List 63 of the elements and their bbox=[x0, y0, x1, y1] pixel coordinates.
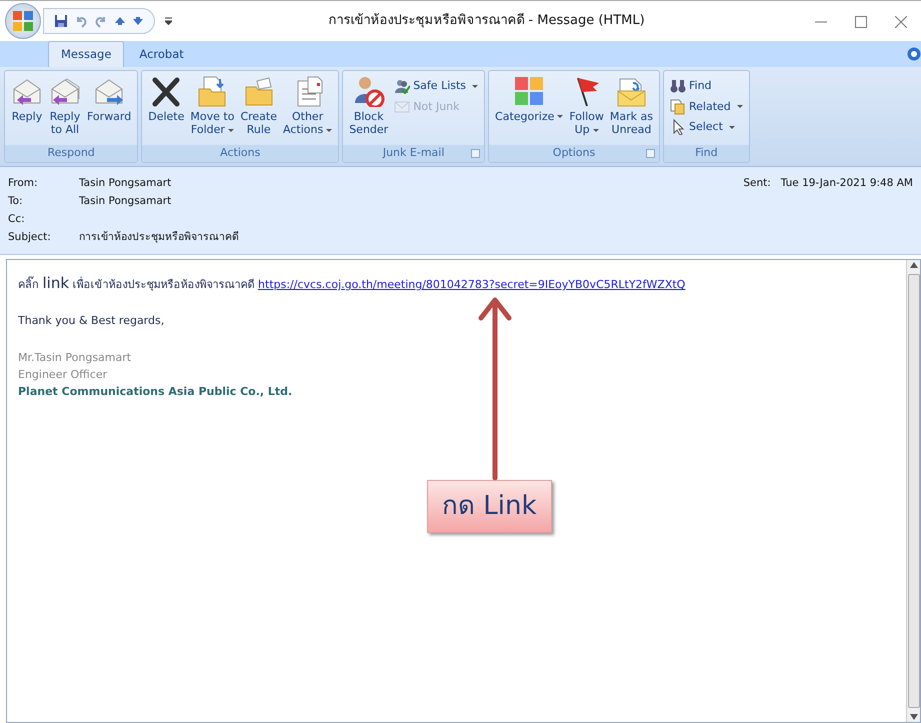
ribbon-button[interactable]: Mark as Unread bbox=[608, 73, 655, 143]
field-label: From: bbox=[8, 176, 39, 192]
scroll-up-icon[interactable] bbox=[908, 260, 918, 270]
folder-icon bbox=[242, 75, 275, 107]
ribbon-button[interactable]: Categorize bbox=[493, 73, 566, 143]
ribbon-button[interactable]: Delete bbox=[146, 73, 186, 143]
ribbon-tab[interactable]: Message bbox=[48, 40, 124, 67]
maximize-icon[interactable] bbox=[855, 16, 867, 28]
ribbon-button[interactable]: Block Sender bbox=[347, 73, 390, 143]
envelope-icon bbox=[394, 98, 410, 115]
dialog-launcher-icon[interactable] bbox=[646, 149, 655, 158]
scroll-down-icon[interactable] bbox=[908, 712, 918, 722]
customize-menu-icon[interactable] bbox=[165, 17, 172, 25]
delete-icon bbox=[150, 75, 182, 107]
ribbon-button[interactable]: Follow Up bbox=[567, 73, 606, 143]
field-value: การเข้าห้องประชุมหรือพิจารณาคดี bbox=[79, 230, 239, 246]
ribbon-button[interactable]: Find bbox=[668, 77, 745, 96]
group-label: Options bbox=[552, 145, 596, 162]
close-icon[interactable] bbox=[895, 16, 907, 28]
company-name: Planet Communications Asia Public Co., Ltd. bbox=[18, 384, 294, 400]
ribbon-button[interactable]: Create Rule bbox=[238, 73, 280, 143]
field-label: Sent: bbox=[743, 176, 771, 192]
ribbon-button[interactable]: Select bbox=[668, 118, 745, 136]
related-documents-icon bbox=[670, 98, 686, 115]
field-value: Tasin Pongsamart bbox=[79, 194, 172, 210]
field-label: Subject: bbox=[8, 230, 52, 246]
office-button[interactable] bbox=[5, 3, 41, 39]
ribbon-button[interactable]: Other Actions bbox=[281, 73, 334, 143]
group-label: Actions bbox=[220, 145, 260, 162]
ribbon-button[interactable]: Related bbox=[668, 98, 745, 116]
up-arrow-icon[interactable] bbox=[114, 15, 126, 27]
instruction-text: คลิ๊ก link เพื่อเข้าห้องประชุมหรือห้องพิจารณาคดี https://cvcs.coj.go.th/meeting/801042783?secret=9IEoyYB0vC5RLtY2fWZXtQ bbox=[18, 273, 686, 294]
people-check-icon bbox=[394, 78, 410, 94]
categorize-icon bbox=[513, 75, 546, 107]
down-arrow-icon[interactable] bbox=[132, 15, 144, 27]
callout-label: กด Link bbox=[427, 480, 552, 533]
dialog-launcher-icon[interactable] bbox=[471, 149, 480, 158]
block-sender-icon bbox=[352, 75, 385, 107]
field-label: Cc: bbox=[8, 212, 26, 228]
group-label: Respond bbox=[47, 145, 95, 162]
ribbon-button[interactable]: Reply bbox=[9, 73, 45, 143]
save-icon[interactable] bbox=[54, 14, 68, 28]
signature-line: Mr.Tasin Pongsamart bbox=[18, 350, 132, 366]
meeting-link[interactable]: https://cvcs.coj.go.th/meeting/801042783?secret=9IEoyYB0vC5RLtY2fWZXtQ bbox=[258, 278, 686, 291]
ribbon-tab[interactable]: Acrobat bbox=[126, 40, 197, 67]
ribbon-button[interactable]: Forward bbox=[85, 73, 134, 143]
ribbon-button[interactable]: Reply to All bbox=[47, 73, 83, 143]
field-value: Tasin Pongsamart bbox=[79, 176, 172, 192]
field-value: Tue 19-Jan-2021 9:48 AM bbox=[780, 176, 913, 192]
field-label: To: bbox=[8, 194, 24, 210]
vertical-scrollbar[interactable] bbox=[906, 260, 920, 722]
ribbon-button[interactable]: Move to Folder bbox=[188, 73, 236, 143]
group-label: Find bbox=[695, 145, 718, 162]
scrollbar-thumb[interactable] bbox=[908, 274, 920, 708]
group-label: Junk E-mail bbox=[382, 145, 444, 162]
redo-icon[interactable] bbox=[94, 14, 108, 28]
signature-line: Engineer Officer bbox=[18, 367, 108, 383]
window-title: การเข้าห้องประชุมหรือพิจารณาคดี - Message (HTML) bbox=[327, 12, 646, 30]
undo-icon[interactable] bbox=[74, 14, 88, 28]
move-to-folder-icon bbox=[196, 75, 228, 107]
office-logo-icon bbox=[12, 10, 34, 32]
ribbon-button[interactable]: Safe Lists bbox=[392, 77, 480, 96]
closing-text: Thank you & Best regards, bbox=[18, 312, 166, 328]
